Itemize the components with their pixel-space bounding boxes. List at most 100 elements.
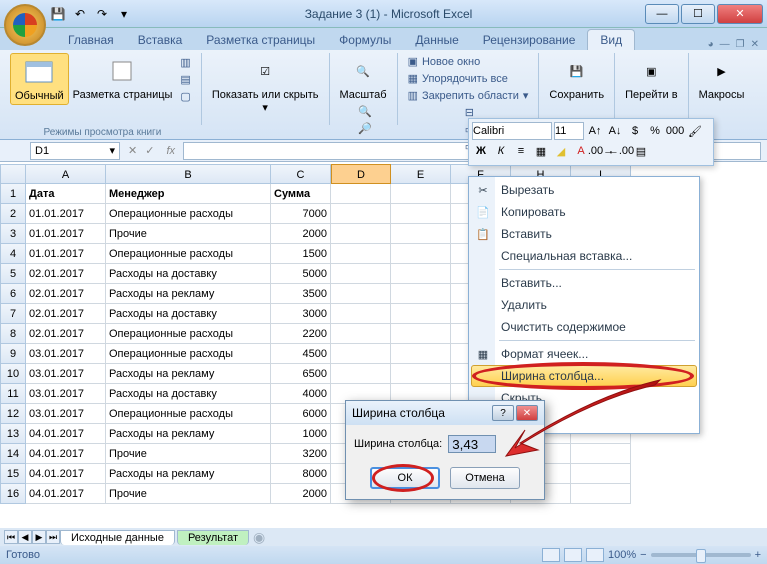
borders-icon[interactable]: ▦ xyxy=(532,142,550,160)
column-header-a[interactable]: A xyxy=(26,164,106,184)
italic-icon[interactable]: К xyxy=(492,142,510,160)
custom-views-button[interactable]: ▤ xyxy=(176,71,194,88)
tab-data[interactable]: Данные xyxy=(403,30,470,50)
row-header[interactable]: 8 xyxy=(0,324,26,344)
office-button[interactable] xyxy=(4,4,46,46)
dialog-help-icon[interactable]: ? xyxy=(492,405,514,421)
cell[interactable] xyxy=(331,184,391,204)
cell[interactable] xyxy=(331,364,391,384)
cell[interactable] xyxy=(331,324,391,344)
close-button[interactable]: ✕ xyxy=(717,4,763,24)
cell[interactable]: Расходы на доставку xyxy=(106,264,271,284)
align-center-icon[interactable]: ≡ xyxy=(512,142,530,160)
cell[interactable]: 01.01.2017 xyxy=(26,244,106,264)
dialog-titlebar[interactable]: Ширина столбца ? ✕ xyxy=(346,401,544,425)
ok-button[interactable]: ОК xyxy=(370,467,440,489)
cell[interactable]: Расходы на рекламу xyxy=(106,364,271,384)
column-header-c[interactable]: C xyxy=(271,164,331,184)
cell[interactable] xyxy=(391,244,451,264)
font-size-input[interactable] xyxy=(554,122,584,140)
sheet-tab-result[interactable]: Результат xyxy=(177,530,249,545)
cell[interactable]: 7000 xyxy=(271,204,331,224)
cell[interactable]: Расходы на рекламу xyxy=(106,464,271,484)
tab-review[interactable]: Рецензирование xyxy=(471,30,588,50)
bold-icon[interactable]: Ж xyxy=(472,142,490,160)
ctx-clear[interactable]: Очистить содержимое xyxy=(471,316,697,338)
fx-icon[interactable]: fx xyxy=(158,145,183,157)
cell[interactable]: 02.01.2017 xyxy=(26,264,106,284)
cell[interactable]: 1500 xyxy=(271,244,331,264)
ctx-paste[interactable]: 📋Вставить xyxy=(471,223,697,245)
qat-dropdown-icon[interactable]: ▾ xyxy=(114,4,134,24)
tab-view[interactable]: Вид xyxy=(587,29,635,50)
cell[interactable]: 3500 xyxy=(271,284,331,304)
font-family-input[interactable] xyxy=(472,122,552,140)
sheet-nav-last-icon[interactable]: ⏭ xyxy=(46,530,60,544)
cell[interactable]: Менеджер xyxy=(106,184,271,204)
increase-decimal-icon[interactable]: ←.00 xyxy=(612,142,630,160)
arrange-all-button[interactable]: ▦Упорядочить все xyxy=(404,70,533,87)
cell[interactable]: Операционные расходы xyxy=(106,244,271,264)
cell[interactable] xyxy=(571,444,631,464)
cell[interactable]: 4500 xyxy=(271,344,331,364)
sheet-tab-source[interactable]: Исходные данные xyxy=(60,530,175,545)
zoom-in-icon[interactable]: + xyxy=(755,549,761,561)
enter-formula-icon[interactable]: ✓ xyxy=(145,144,154,157)
cell[interactable]: Операционные расходы xyxy=(106,204,271,224)
new-sheet-icon[interactable]: ◉ xyxy=(253,529,265,546)
cell[interactable]: 3200 xyxy=(271,444,331,464)
cell[interactable]: 5000 xyxy=(271,264,331,284)
row-header[interactable]: 3 xyxy=(0,224,26,244)
cell[interactable]: 03.01.2017 xyxy=(26,404,106,424)
row-header[interactable]: 5 xyxy=(0,264,26,284)
comma-format-icon[interactable]: 000 xyxy=(666,122,684,140)
dialog-close-icon[interactable]: ✕ xyxy=(516,405,538,421)
cell[interactable]: 04.01.2017 xyxy=(26,484,106,504)
fullscreen-button[interactable]: ▢ xyxy=(176,88,194,105)
cell[interactable] xyxy=(391,284,451,304)
row-header[interactable]: 13 xyxy=(0,424,26,444)
undo-icon[interactable]: ↶ xyxy=(70,4,90,24)
cell[interactable]: 03.01.2017 xyxy=(26,364,106,384)
column-width-input[interactable] xyxy=(448,435,496,453)
row-header[interactable]: 16 xyxy=(0,484,26,504)
cell[interactable]: Операционные расходы xyxy=(106,404,271,424)
ctx-format-cells[interactable]: ▦Формат ячеек... xyxy=(471,343,697,365)
freeze-panes-button[interactable]: ▥Закрепить области▾ xyxy=(404,87,533,104)
normal-view-button[interactable]: Обычный xyxy=(10,53,69,105)
cell[interactable]: 2200 xyxy=(271,324,331,344)
show-hide-button[interactable]: ☑ Показать или скрыть▾ xyxy=(208,53,323,116)
cell[interactable] xyxy=(331,264,391,284)
pagebreak-preview-button[interactable]: ▥ xyxy=(176,54,194,71)
save-icon[interactable]: 💾 xyxy=(48,4,68,24)
cell[interactable] xyxy=(571,484,631,504)
cell[interactable]: 02.01.2017 xyxy=(26,304,106,324)
zoom-button[interactable]: 🔍 Масштаб xyxy=(336,53,391,103)
tab-insert[interactable]: Вставка xyxy=(126,30,195,50)
zoom-slider[interactable] xyxy=(651,553,751,557)
ctx-insert[interactable]: Вставить... xyxy=(471,272,697,294)
select-all-corner[interactable] xyxy=(0,164,26,184)
close-workbook-icon[interactable]: ✕ xyxy=(751,39,759,50)
cell[interactable] xyxy=(331,344,391,364)
ctx-column-width[interactable]: Ширина столбца... xyxy=(471,365,697,387)
zoom-selection-button[interactable]: 🔎 xyxy=(354,120,376,137)
row-header[interactable]: 1 xyxy=(0,184,26,204)
cell[interactable]: 01.01.2017 xyxy=(26,224,106,244)
column-header-e[interactable]: E xyxy=(391,164,451,184)
cancel-button[interactable]: Отмена xyxy=(450,467,520,489)
cell[interactable] xyxy=(331,304,391,324)
fill-color-icon[interactable]: ◢ xyxy=(552,142,570,160)
macros-button[interactable]: ▶ Макросы xyxy=(695,53,749,103)
cell[interactable]: 03.01.2017 xyxy=(26,384,106,404)
cell[interactable] xyxy=(391,344,451,364)
tab-formulas[interactable]: Формулы xyxy=(327,30,403,50)
normal-view-status-icon[interactable] xyxy=(542,548,560,562)
zoom-out-icon[interactable]: − xyxy=(640,549,646,561)
row-header[interactable]: 6 xyxy=(0,284,26,304)
cell[interactable]: 2000 xyxy=(271,224,331,244)
cell[interactable] xyxy=(391,324,451,344)
cell[interactable] xyxy=(391,224,451,244)
row-header[interactable]: 4 xyxy=(0,244,26,264)
pagebreak-status-icon[interactable] xyxy=(586,548,604,562)
